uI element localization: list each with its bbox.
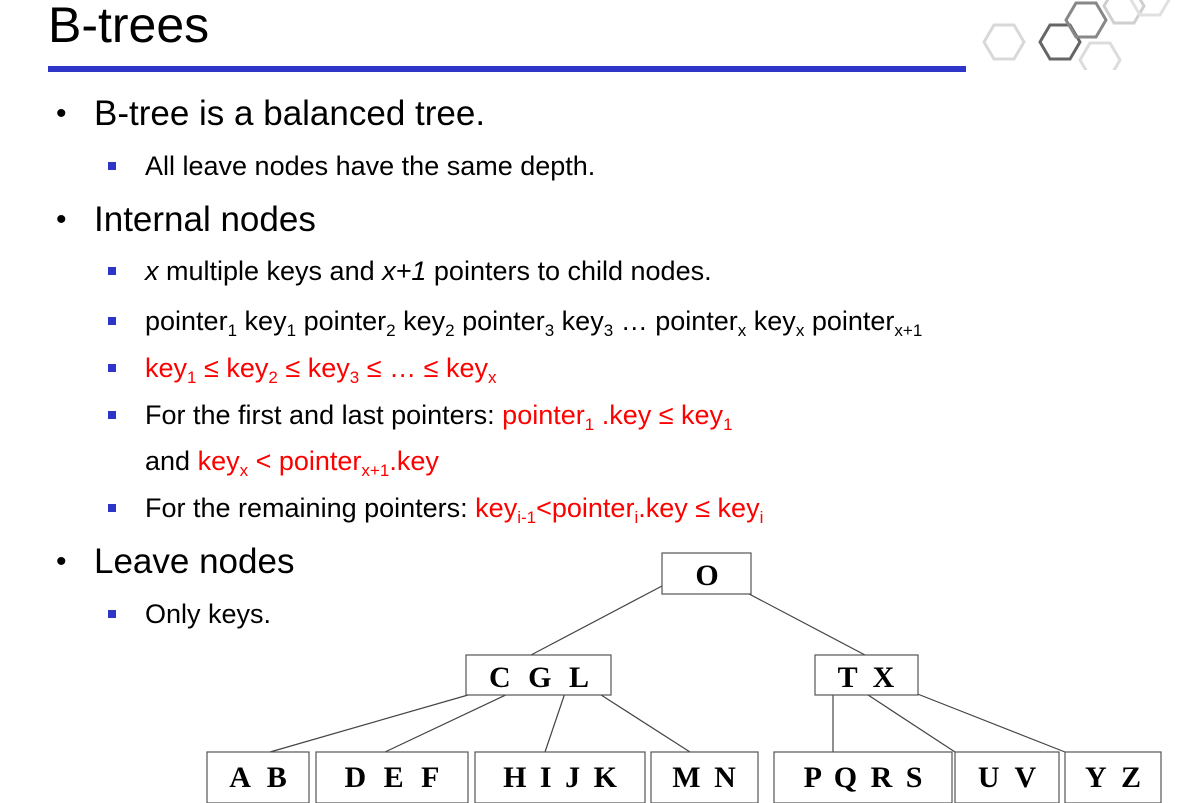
leaf-label: M N <box>672 761 736 794</box>
node-label: C G L <box>489 661 589 694</box>
leaf-label: P Q R S <box>804 761 923 794</box>
leaf-label: U V <box>978 761 1037 794</box>
leaf-label: A B <box>229 761 287 794</box>
leaf-label: Y Z <box>1085 761 1141 794</box>
node-label: T X <box>838 661 895 694</box>
leaf-label: H I J K <box>503 761 618 794</box>
leaf-label: D E F <box>345 761 440 794</box>
btree-diagram: O C G L T X A B D E F H I J K M N P Q R … <box>206 552 1162 803</box>
node-label-root: O <box>695 559 718 592</box>
